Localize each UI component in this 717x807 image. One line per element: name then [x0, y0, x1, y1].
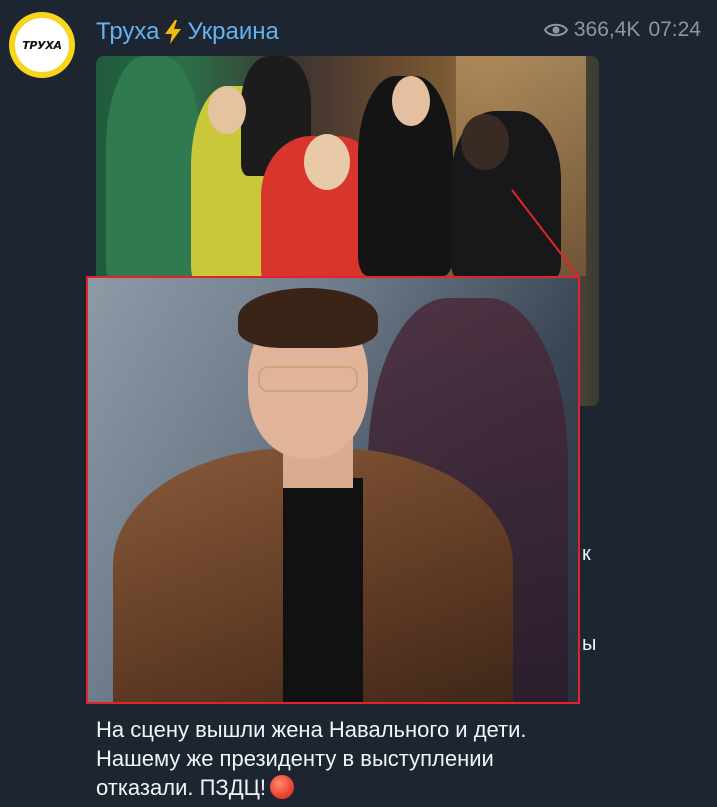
caption-line-2: Нашему же президенту в выступлении	[96, 746, 494, 771]
highlight-portrait-image[interactable]	[86, 276, 580, 704]
caption-line-3: отказали. ПЗДЦ!	[96, 773, 656, 802]
message-post: ТРУХА Труха Украина 366,4K 07:24 к ы На …	[0, 0, 717, 807]
caption-line-1: На сцену вышли жена Навального и дети.	[96, 717, 527, 742]
eye-icon	[543, 23, 568, 37]
channel-name[interactable]: Труха Украина	[96, 18, 279, 46]
message-meta: 366,4K 07:24	[543, 18, 701, 42]
caption-fragment-1: к	[582, 543, 591, 565]
channel-name-part2: Украина	[187, 18, 279, 45]
angry-face-icon	[269, 775, 294, 799]
message-caption: На сцену вышли жена Навального и дети. Н…	[96, 715, 656, 802]
portrait-shirt	[283, 478, 363, 702]
caption-fragment-2: ы	[582, 633, 597, 655]
face-blond-man	[392, 76, 430, 126]
channel-avatar[interactable]: ТРУХА	[9, 12, 75, 78]
glasses-icon	[258, 366, 358, 392]
view-count: 366,4K	[573, 18, 641, 41]
person-green-dress	[106, 56, 201, 286]
face-blond-woman	[304, 134, 350, 190]
message-time: 07:24	[648, 18, 701, 41]
face-young-woman	[208, 86, 246, 134]
lightning-bolt-icon	[165, 20, 182, 44]
face-dark-man	[461, 114, 509, 170]
portrait-hair	[238, 288, 378, 348]
avatar-logo: ТРУХА	[15, 18, 69, 72]
caption-line-3-text: отказали. ПЗДЦ!	[96, 775, 266, 800]
channel-name-part1: Труха	[96, 18, 160, 45]
avatar-logo-text: ТРУХА	[22, 38, 62, 52]
